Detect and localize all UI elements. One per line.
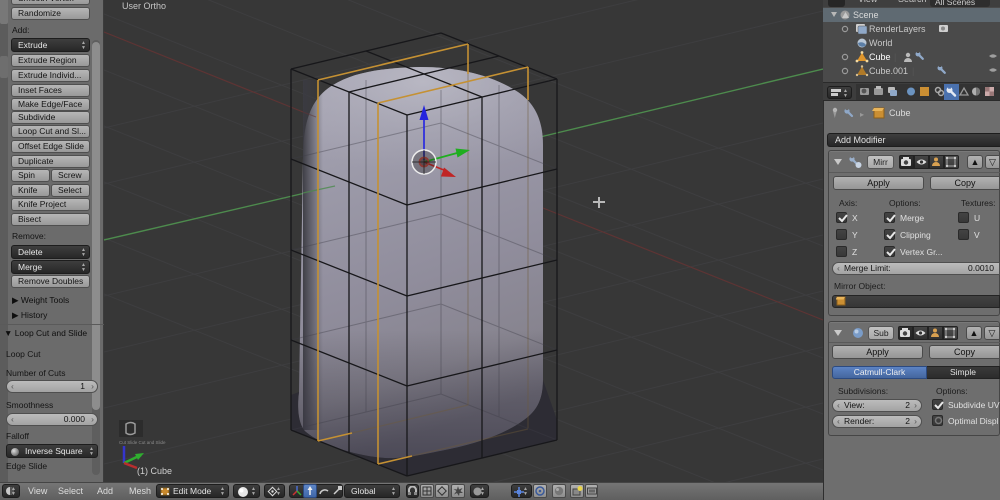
svg-text:Cut Slide Cut and Slide: Cut Slide Cut and Slide xyxy=(119,440,166,445)
svg-text:(1) Cube: (1) Cube xyxy=(137,466,172,476)
svg-text:|: | xyxy=(912,66,914,76)
svg-text:User Ortho: User Ortho xyxy=(122,1,166,11)
svg-text:|: | xyxy=(894,52,896,62)
svg-text:▸: ▸ xyxy=(860,110,864,119)
